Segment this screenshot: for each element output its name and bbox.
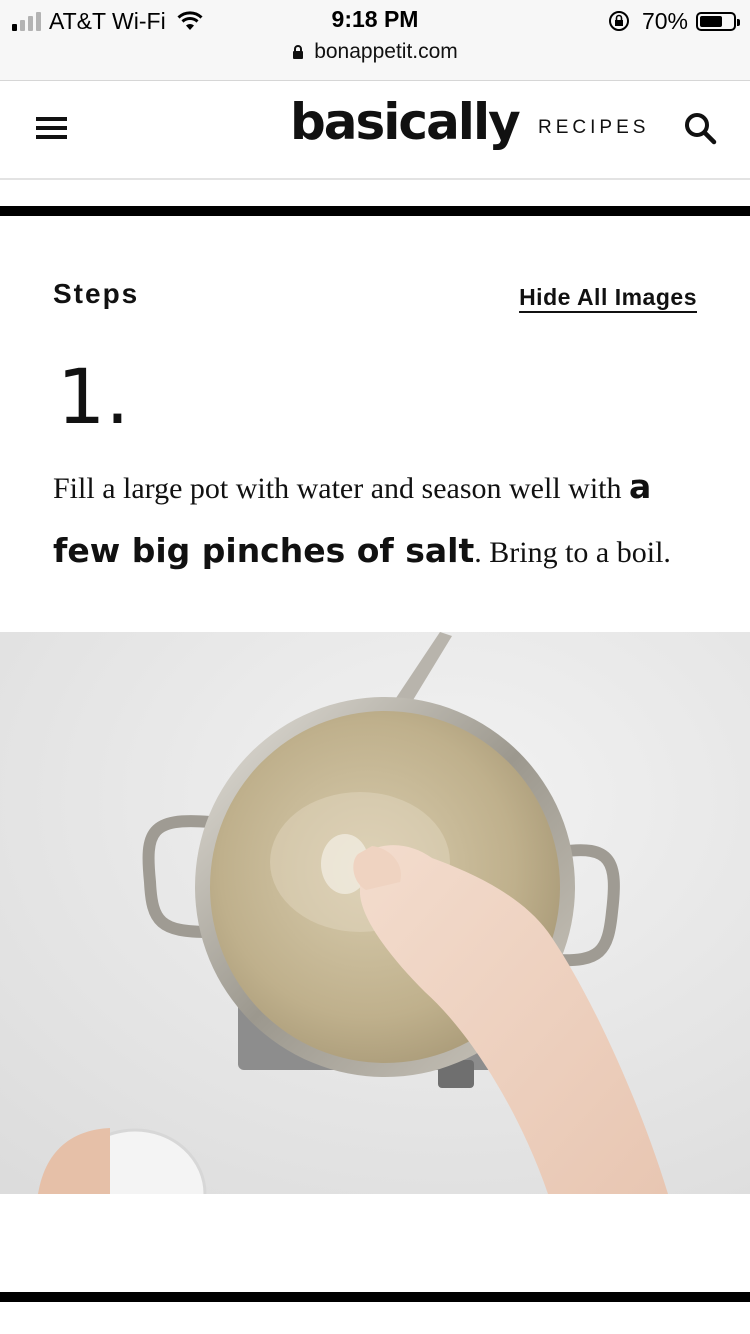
site-header: basically RECIPES [0, 81, 750, 180]
step-text-after: . Bring to a boil. [474, 536, 671, 569]
step-image [0, 632, 750, 1194]
site-logo[interactable]: basically [290, 93, 521, 151]
rotation-lock-icon [608, 11, 629, 31]
battery-percent: 70% [641, 7, 688, 34]
battery-fill [700, 15, 722, 27]
hamburger-menu-icon[interactable] [36, 117, 67, 139]
status-bar-right: 70% [608, 6, 740, 36]
nav-recipes-link[interactable]: RECIPES [538, 117, 649, 139]
pot-photo [0, 632, 750, 1194]
step-number: 1. [57, 352, 130, 441]
address-bar[interactable]: bonappetit.com [0, 40, 750, 64]
search-icon[interactable] [683, 111, 717, 145]
url-text: bonappetit.com [314, 40, 458, 63]
battery-icon [696, 11, 740, 31]
step-text: Fill a large pot with water and season w… [53, 456, 713, 584]
steps-heading: Steps [53, 278, 140, 309]
status-bar: AT&T Wi-Fi 9:18 PM 70% bonappetit.com [0, 0, 750, 81]
section-divider-bottom [0, 1292, 750, 1302]
hide-all-images-link[interactable]: Hide All Images [519, 284, 697, 311]
step-text-before: Fill a large pot with water and season w… [53, 472, 622, 505]
lock-icon [293, 45, 304, 59]
section-divider [0, 206, 750, 216]
